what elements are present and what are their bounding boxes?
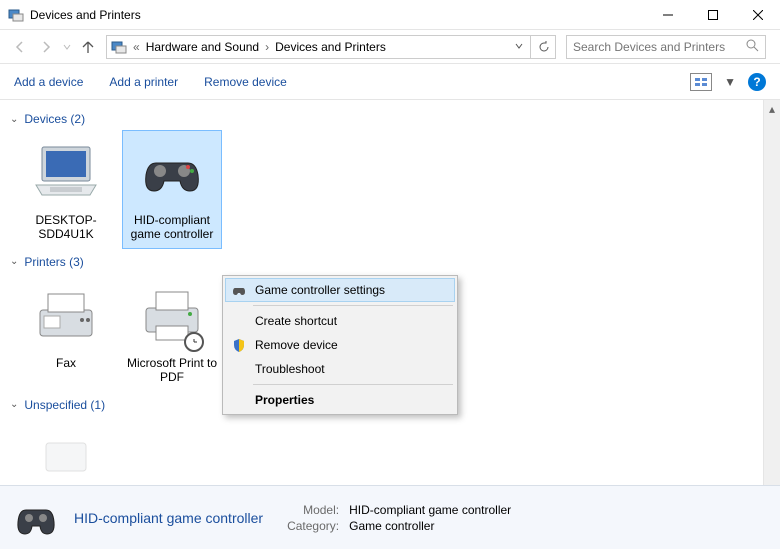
laptop-icon bbox=[30, 137, 102, 209]
details-model-value: HID-compliant game controller bbox=[349, 503, 511, 517]
printer-item-pdf[interactable]: Microsoft Print to PDF bbox=[122, 273, 222, 392]
address-bar[interactable]: « Hardware and Sound › Devices and Print… bbox=[106, 35, 556, 59]
menu-label: Game controller settings bbox=[255, 283, 385, 297]
group-label: Printers (3) bbox=[24, 255, 83, 269]
command-bar: Add a device Add a printer Remove device… bbox=[0, 64, 780, 100]
crumb-prefix: « bbox=[133, 40, 140, 54]
device-item-controller[interactable]: HID-compliant game controller bbox=[122, 130, 222, 249]
remove-device-button[interactable]: Remove device bbox=[204, 75, 287, 89]
minimize-button[interactable] bbox=[645, 0, 690, 30]
chevron-down-icon: ⌄ bbox=[10, 114, 18, 125]
refresh-button[interactable] bbox=[530, 36, 551, 58]
details-pane: HID-compliant game controller Model: HID… bbox=[0, 485, 780, 549]
vertical-scrollbar[interactable]: ▴ bbox=[763, 100, 780, 485]
group-header-devices[interactable]: ⌄ Devices (2) bbox=[10, 112, 770, 126]
menu-separator bbox=[253, 384, 453, 385]
recent-dropdown[interactable] bbox=[60, 35, 74, 59]
menu-troubleshoot[interactable]: Troubleshoot bbox=[225, 357, 455, 381]
view-dropdown[interactable]: ▼ bbox=[724, 75, 736, 89]
details-model-key: Model: bbox=[287, 503, 339, 517]
up-button[interactable] bbox=[76, 35, 100, 59]
item-label: Fax bbox=[19, 356, 113, 370]
menu-label: Create shortcut bbox=[255, 314, 337, 328]
context-menu: Game controller settings Create shortcut… bbox=[222, 275, 458, 415]
title-bar: Devices and Printers bbox=[0, 0, 780, 30]
menu-separator bbox=[253, 305, 453, 306]
back-button[interactable] bbox=[8, 35, 32, 59]
scroll-up-button[interactable]: ▴ bbox=[764, 100, 780, 117]
item-label: DESKTOP-SDD4U1K bbox=[19, 213, 113, 242]
menu-create-shortcut[interactable]: Create shortcut bbox=[225, 309, 455, 333]
game-controller-icon bbox=[12, 494, 60, 542]
device-item-desktop[interactable]: DESKTOP-SDD4U1K bbox=[16, 130, 116, 249]
menu-game-controller-settings[interactable]: Game controller settings bbox=[225, 278, 455, 302]
chevron-down-icon: ⌄ bbox=[10, 256, 18, 267]
printer-icon bbox=[136, 280, 208, 352]
menu-label: Remove device bbox=[255, 338, 338, 352]
forward-button[interactable] bbox=[34, 35, 58, 59]
chevron-down-icon: ⌄ bbox=[10, 399, 18, 410]
printer-item-fax[interactable]: Fax bbox=[16, 273, 116, 392]
item-label: HID-compliant game controller bbox=[125, 213, 219, 242]
chevron-right-icon[interactable]: › bbox=[265, 40, 269, 54]
close-button[interactable] bbox=[735, 0, 780, 30]
details-category-value: Game controller bbox=[349, 519, 511, 533]
group-header-printers[interactable]: ⌄ Printers (3) bbox=[10, 255, 770, 269]
controller-icon bbox=[231, 282, 247, 298]
fax-icon bbox=[30, 280, 102, 352]
breadcrumb-2[interactable]: Devices and Printers bbox=[275, 40, 386, 54]
group-label: Devices (2) bbox=[24, 112, 85, 126]
add-device-button[interactable]: Add a device bbox=[14, 75, 83, 89]
window-title: Devices and Printers bbox=[30, 8, 645, 22]
status-badge-icon bbox=[184, 332, 204, 352]
details-name: HID-compliant game controller bbox=[74, 510, 263, 526]
details-category-key: Category: bbox=[287, 519, 339, 533]
search-box[interactable] bbox=[566, 35, 766, 59]
device-icon bbox=[30, 423, 102, 495]
maximize-button[interactable] bbox=[690, 0, 735, 30]
help-button[interactable]: ? bbox=[748, 73, 766, 91]
shield-icon bbox=[231, 337, 247, 353]
menu-remove-device[interactable]: Remove device bbox=[225, 333, 455, 357]
window-icon bbox=[8, 7, 24, 23]
view-options-button[interactable] bbox=[690, 73, 712, 91]
search-icon[interactable] bbox=[745, 38, 759, 55]
menu-properties[interactable]: Properties bbox=[225, 388, 455, 412]
group-label: Unspecified (1) bbox=[24, 398, 105, 412]
address-dropdown[interactable] bbox=[514, 40, 524, 54]
location-icon bbox=[111, 39, 127, 55]
item-label: Microsoft Print to PDF bbox=[125, 356, 219, 385]
game-controller-icon bbox=[136, 137, 208, 209]
content-area: ⌄ Devices (2) DESKTOP-SDD4U1K HID-compli… bbox=[0, 100, 780, 500]
menu-label: Troubleshoot bbox=[255, 362, 325, 376]
menu-label: Properties bbox=[255, 393, 314, 407]
add-printer-button[interactable]: Add a printer bbox=[109, 75, 178, 89]
search-input[interactable] bbox=[573, 40, 745, 54]
breadcrumb-1[interactable]: Hardware and Sound bbox=[146, 40, 259, 54]
navigation-bar: « Hardware and Sound › Devices and Print… bbox=[0, 30, 780, 64]
